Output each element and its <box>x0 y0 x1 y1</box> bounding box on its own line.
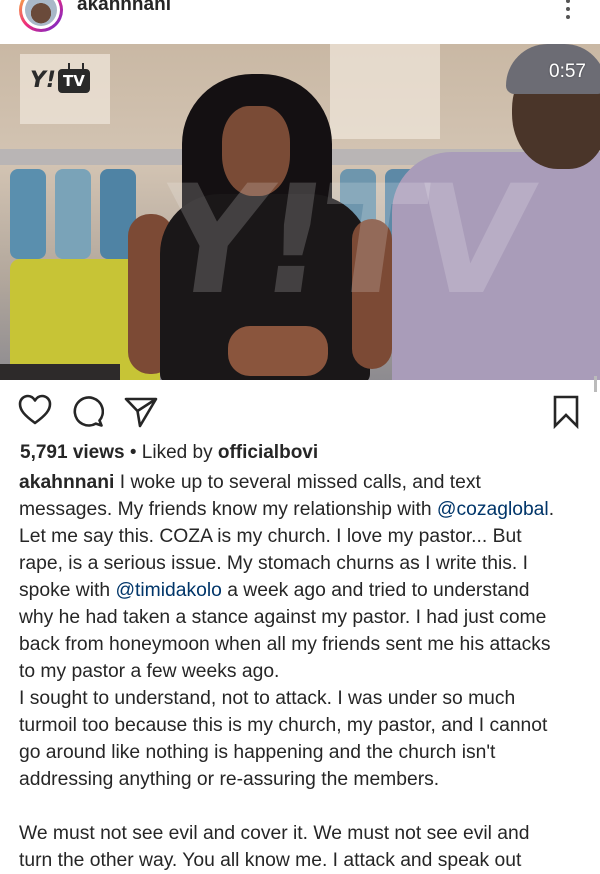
caption-text: why he had taken a stance against my pas… <box>19 607 547 628</box>
liked-by-prefix: • Liked by <box>124 442 218 463</box>
caption-text: I sought to understand, not to attack. I… <box>19 688 516 709</box>
background-window <box>330 44 440 139</box>
video-watermark: Y!TV <box>147 154 536 328</box>
caption-text: spoke with <box>19 580 116 601</box>
views-count[interactable]: 5,791 views <box>20 442 125 463</box>
caption-line: spoke with @timidakolo a week ago and tr… <box>19 577 587 604</box>
caption-text: turmoil too because this is my church, m… <box>19 715 548 736</box>
background-seat <box>55 169 91 259</box>
liked-by-user[interactable]: officialbovi <box>218 442 318 463</box>
caption-text: messages. My friends know my relationshi… <box>19 499 437 520</box>
caption-line: akahnnani I woke up to several missed ca… <box>19 469 587 496</box>
video-player[interactable]: Y!TV Y! TV 0:57 <box>0 44 600 380</box>
background-seat <box>10 169 46 259</box>
avatar-ring <box>22 0 60 29</box>
caption-text: addressing anything or re-assuring the m… <box>19 769 440 790</box>
paper-plane-icon[interactable] <box>124 396 158 433</box>
caption-line: I sought to understand, not to attack. I… <box>19 685 587 712</box>
caption-text: I woke up to several missed calls, and t… <box>114 472 481 493</box>
caption-text: Let me say this. COZA is my church. I lo… <box>19 526 522 547</box>
post-username[interactable]: akahnnani <box>77 0 171 16</box>
caption-line: to my pastor a few weeks ago. <box>19 658 587 685</box>
comment-icon[interactable] <box>72 396 105 433</box>
heart-icon[interactable] <box>18 394 52 431</box>
video-duration: 0:57 <box>549 61 586 82</box>
caption-text: . <box>548 499 555 520</box>
caption-text: back from honeymoon when all my friends … <box>19 634 551 655</box>
logo-y-text: Y! <box>30 68 56 93</box>
caption-mention-link[interactable]: @timidakolo <box>115 580 221 601</box>
scrollbar[interactable] <box>594 376 597 392</box>
caption-line: why he had taken a stance against my pas… <box>19 604 587 631</box>
caption-text: to my pastor a few weeks ago. <box>19 661 280 682</box>
caption-line: rape, is a serious issue. My stomach chu… <box>19 550 587 577</box>
caption-text: turn the other way. You all know me. I a… <box>19 850 522 871</box>
caption-username[interactable]: akahnnani <box>19 472 114 493</box>
caption-line: turn the other way. You all know me. I a… <box>19 847 587 874</box>
post-caption: akahnnani I woke up to several missed ca… <box>19 469 587 874</box>
avatar-image <box>25 0 57 26</box>
caption-line: messages. My friends know my relationshi… <box>19 496 587 523</box>
caption-line: turmoil too because this is my church, m… <box>19 712 587 739</box>
caption-text: go around like nothing is happening and … <box>19 742 496 763</box>
avatar[interactable] <box>19 0 63 32</box>
post-header: akahnnani <box>0 0 600 44</box>
action-bar <box>0 392 600 436</box>
more-vertical-icon[interactable] <box>560 0 576 22</box>
caption-line: addressing anything or re-assuring the m… <box>19 766 587 793</box>
caption-line <box>19 793 587 820</box>
post-stats: 5,791 views • Liked by officialbovi <box>20 442 318 464</box>
caption-text: rape, is a serious issue. My stomach chu… <box>19 553 528 574</box>
channel-logo: Y! TV <box>30 68 90 93</box>
caption-mention-link[interactable]: @cozaglobal <box>437 499 549 520</box>
caption-line: go around like nothing is happening and … <box>19 739 587 766</box>
woman-hands <box>228 326 328 376</box>
bookmark-icon[interactable] <box>552 395 580 434</box>
caption-text: We must not see evil and cover it. We mu… <box>19 823 530 844</box>
table-edge <box>0 364 120 380</box>
caption-line: We must not see evil and cover it. We mu… <box>19 820 587 847</box>
caption-text: a week ago and tried to understand <box>221 580 530 601</box>
logo-tv-text: TV <box>57 68 90 93</box>
caption-line: Let me say this. COZA is my church. I lo… <box>19 523 587 550</box>
caption-line: back from honeymoon when all my friends … <box>19 631 587 658</box>
